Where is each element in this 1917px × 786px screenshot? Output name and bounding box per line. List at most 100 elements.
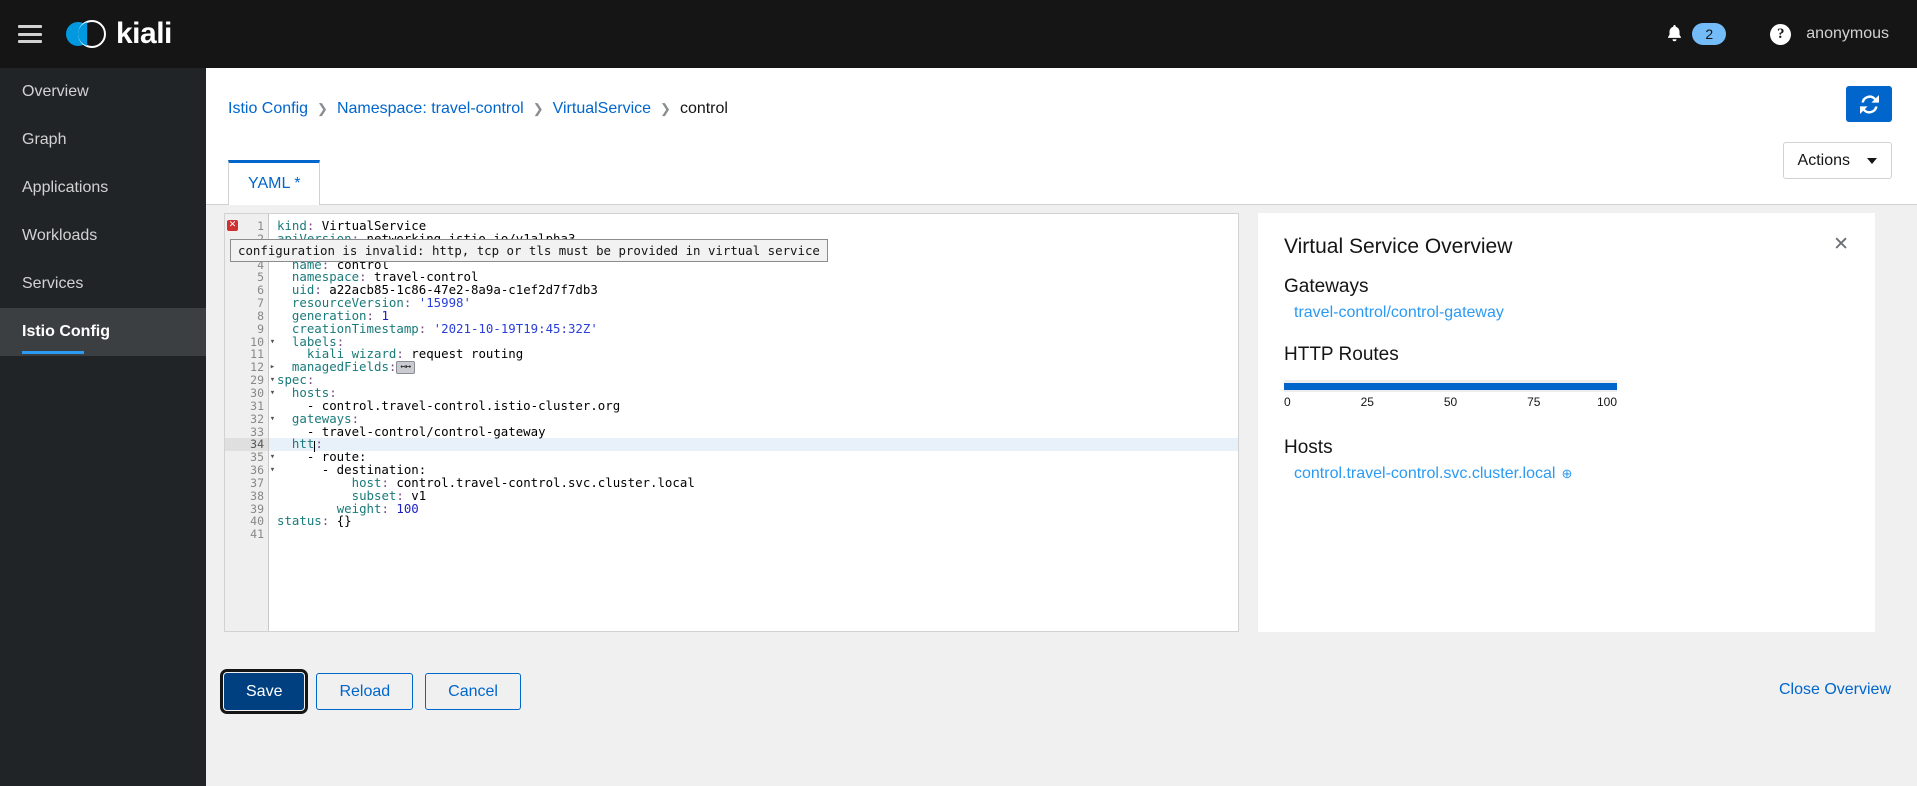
line-number: 1 ✕ bbox=[227, 219, 264, 233]
breadcrumb-separator-icon: ❯ bbox=[317, 101, 328, 116]
actions-dropdown[interactable]: Actions bbox=[1782, 142, 1892, 179]
user-menu[interactable]: ? anonymous bbox=[1770, 23, 1889, 45]
http-route-weight-fill bbox=[1284, 382, 1617, 390]
yaml-colon: : bbox=[396, 346, 404, 362]
line-number: 31 bbox=[250, 398, 264, 413]
tab-label: YAML * bbox=[248, 175, 301, 192]
sidebar-item-istio-config[interactable]: Istio Config bbox=[0, 308, 206, 356]
close-icon[interactable]: ✕ bbox=[1833, 235, 1849, 254]
yaml-value: 100 bbox=[388, 500, 419, 516]
username-label: anonymous bbox=[1806, 25, 1889, 42]
breadcrumb: Istio Config ❯ Namespace: travel-control… bbox=[206, 68, 1917, 118]
code-line: weight: 100 bbox=[269, 500, 1238, 516]
code-line: resourceVersion: '15998' bbox=[269, 295, 1238, 311]
tab-bar: YAML * bbox=[206, 160, 1917, 205]
hamburger-bar bbox=[18, 25, 42, 28]
brand-name: kiali bbox=[116, 17, 172, 50]
http-routes-heading: HTTP Routes bbox=[1284, 344, 1399, 365]
code-line: kiali wizard: request routing bbox=[269, 348, 1238, 361]
line-number: 7 bbox=[257, 296, 264, 311]
sidebar-item-overview[interactable]: Overview bbox=[0, 68, 206, 116]
editor-code-area[interactable]: kind: VirtualServiceapiVersion: networki… bbox=[269, 214, 1238, 631]
sidebar-item-label: Applications bbox=[22, 179, 109, 196]
hamburger-menu-icon[interactable] bbox=[18, 25, 42, 43]
yaml-key: status bbox=[277, 513, 322, 529]
code-line: status: {} bbox=[269, 513, 1238, 529]
sidebar-item-applications[interactable]: Applications bbox=[0, 164, 206, 212]
cancel-button[interactable]: Cancel bbox=[425, 673, 521, 710]
line-number: 38 bbox=[250, 488, 264, 503]
scale-tick-label: 50 bbox=[1443, 395, 1458, 409]
line-number: 36 ▾ bbox=[250, 463, 276, 478]
sidebar-item-graph[interactable]: Graph bbox=[0, 116, 206, 164]
sidebar-item-label: Services bbox=[22, 275, 84, 292]
masthead-actions: 2 ? anonymous bbox=[1666, 23, 1889, 45]
host-row: control.travel-control.svc.cluster.local… bbox=[1294, 465, 1849, 483]
line-number: 37 bbox=[250, 475, 264, 490]
error-tooltip: configuration is invalid: http, tcp or t… bbox=[230, 239, 828, 262]
sidebar-item-workloads[interactable]: Workloads bbox=[0, 212, 206, 260]
http-route-scale: 0 25 50 75 100 bbox=[1284, 395, 1617, 415]
breadcrumb-item-current: control bbox=[679, 100, 728, 117]
host-link[interactable]: control.travel-control.svc.cluster.local bbox=[1294, 465, 1555, 483]
yaml-editor[interactable]: 1✕2345678910▾1112▸29▾30▾3132▾3334▾35▾36▾… bbox=[224, 213, 1239, 632]
line-number: 8 bbox=[257, 308, 264, 323]
reload-button[interactable]: Reload bbox=[316, 673, 414, 710]
yaml-value: '15998' bbox=[411, 295, 471, 311]
refresh-button[interactable] bbox=[1846, 86, 1892, 122]
breadcrumb-item-virtualservice[interactable]: VirtualService bbox=[553, 100, 651, 118]
service-link-icon[interactable]: ⊕ bbox=[1561, 466, 1572, 482]
main-content: Istio Config ❯ Namespace: travel-control… bbox=[206, 68, 1917, 786]
hosts-heading: Hosts bbox=[1284, 437, 1333, 458]
line-number: 9 bbox=[257, 321, 264, 336]
tab-yaml[interactable]: YAML * bbox=[228, 160, 321, 205]
notifications-button[interactable]: 2 bbox=[1666, 23, 1727, 45]
save-button[interactable]: Save bbox=[219, 669, 309, 714]
sidebar-item-label: Workloads bbox=[22, 227, 98, 244]
chevron-down-icon bbox=[1867, 157, 1877, 164]
yaml-value: {} bbox=[329, 513, 352, 529]
actions-label: Actions bbox=[1797, 151, 1850, 169]
help-icon[interactable]: ? bbox=[1770, 23, 1792, 45]
scale-tick-label: 0 bbox=[1284, 395, 1291, 409]
sidebar-item-label: Istio Config bbox=[22, 323, 110, 340]
code-line: spec: bbox=[269, 373, 1238, 387]
sidebar-item-label: Graph bbox=[22, 131, 67, 148]
breadcrumb-separator-icon: ❯ bbox=[660, 101, 671, 116]
yaml-value: '2021-10-19T19:45:32Z' bbox=[426, 320, 598, 336]
virtual-service-overview-panel: ✕ Virtual Service Overview Gateways trav… bbox=[1258, 213, 1875, 632]
close-overview-link[interactable]: Close Overview bbox=[1779, 681, 1891, 699]
page-header: Istio Config ❯ Namespace: travel-control… bbox=[206, 68, 1917, 179]
kiali-logo-icon bbox=[66, 18, 108, 50]
yaml-value: request routing bbox=[403, 346, 524, 362]
line-number: 30 ▾ bbox=[250, 385, 276, 400]
sidebar-nav: Overview Graph Applications Workloads Se… bbox=[0, 68, 206, 786]
scale-tick-label: 75 bbox=[1527, 395, 1541, 409]
sidebar-item-label: Overview bbox=[22, 83, 89, 100]
code-line: creationTimestamp: '2021-10-19T19:45:32Z… bbox=[269, 320, 1238, 336]
line-number: 32 ▾ bbox=[250, 411, 276, 426]
gateway-link[interactable]: travel-control/control-gateway bbox=[1294, 304, 1504, 321]
text-cursor bbox=[314, 441, 316, 453]
hamburger-bar bbox=[18, 32, 42, 36]
sidebar-item-services[interactable]: Services bbox=[0, 260, 206, 308]
hamburger-bar bbox=[18, 40, 42, 43]
breadcrumb-item-namespace[interactable]: Namespace: travel-control bbox=[337, 100, 524, 118]
scale-tick-label: 25 bbox=[1360, 395, 1374, 409]
breadcrumb-item-istio-config[interactable]: Istio Config bbox=[228, 100, 308, 118]
overview-title: Virtual Service Overview bbox=[1284, 235, 1513, 258]
line-number: 41 bbox=[250, 527, 264, 542]
code-line: managedFields: ↤↦ bbox=[269, 359, 1238, 375]
http-route-weight-bar bbox=[1284, 380, 1617, 392]
code-line: htt: bbox=[269, 437, 1238, 453]
code-line: - travel-control/control-gateway bbox=[277, 423, 546, 439]
editor-region: 1✕2345678910▾1112▸29▾30▾3132▾3334▾35▾36▾… bbox=[206, 205, 1917, 657]
error-marker-icon[interactable]: ✕ bbox=[227, 220, 238, 231]
collapsed-block-widget[interactable]: ↤↦ bbox=[396, 361, 416, 375]
yaml-value: control.travel-control.svc.cluster.local bbox=[388, 474, 695, 490]
yaml-colon: : bbox=[388, 359, 397, 375]
brand-logo[interactable]: kiali bbox=[66, 17, 172, 51]
